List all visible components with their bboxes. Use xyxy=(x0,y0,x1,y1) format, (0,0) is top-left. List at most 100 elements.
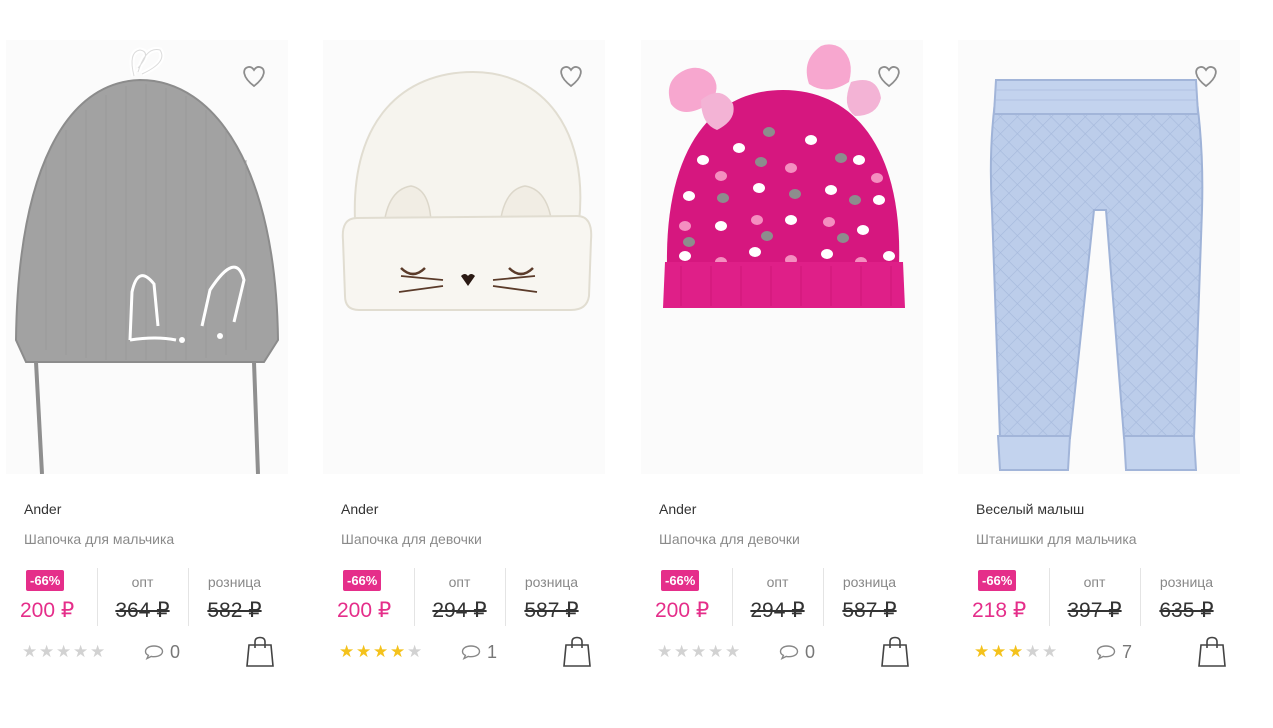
retail-price-column: розница 582 ₽ xyxy=(188,568,280,626)
wholesale-price: 364 ₽ xyxy=(115,599,170,622)
card-footer: ★ ★ ★ ★ ★ 1 xyxy=(335,636,597,670)
favorite-button[interactable] xyxy=(875,62,903,90)
price-block: -66% 200 ₽ опт 294 ₽ розница 587 ₽ xyxy=(653,568,915,626)
retail-price-column: розница 587 ₽ xyxy=(505,568,597,626)
comments-link[interactable]: 0 xyxy=(144,642,180,662)
comment-icon xyxy=(1096,645,1116,660)
comments-count: 7 xyxy=(1122,641,1133,662)
current-price: 218 ₽ xyxy=(972,599,1027,622)
wholesale-price-column: опт 364 ₽ xyxy=(97,568,187,626)
card-footer: ★ ★ ★ ★ ★ 0 xyxy=(18,636,280,670)
sale-price-column: -66% 200 ₽ xyxy=(335,568,413,626)
product-title[interactable]: Шапочка для девочки xyxy=(659,531,800,547)
star-icon[interactable]: ★ xyxy=(691,643,708,661)
retail-label: розница xyxy=(524,574,579,590)
blue-pants-illustration xyxy=(989,79,1204,471)
star-icon[interactable]: ★ xyxy=(725,643,742,661)
grey-hat-illustration xyxy=(14,46,280,474)
star-icon[interactable]: ★ xyxy=(674,643,691,661)
retail-price: 582 ₽ xyxy=(207,599,262,622)
product-image-pink-hat[interactable] xyxy=(641,40,923,474)
star-icon[interactable]: ★ xyxy=(73,643,90,661)
star-icon[interactable]: ★ xyxy=(974,643,991,661)
star-icon[interactable]: ★ xyxy=(708,643,725,661)
discount-badge: -66% xyxy=(978,570,1017,591)
wholesale-label: опт xyxy=(131,574,154,590)
rating-stars: ★ ★ ★ ★ ★ xyxy=(974,643,1059,661)
sale-price-column: -66% 200 ₽ xyxy=(653,568,731,626)
white-hat-illustration xyxy=(341,70,593,311)
star-icon[interactable]: ★ xyxy=(39,643,56,661)
comments-count: 0 xyxy=(805,641,816,662)
retail-label: розница xyxy=(1159,574,1214,590)
rating-stars: ★ ★ ★ ★ ★ xyxy=(339,643,424,661)
product-title[interactable]: Штанишки для мальчика xyxy=(976,531,1137,547)
retail-price-column: розница 635 ₽ xyxy=(1140,568,1232,626)
add-to-cart-button[interactable] xyxy=(1198,636,1226,668)
heart-icon xyxy=(1195,66,1217,88)
comment-icon xyxy=(779,645,799,660)
wholesale-price-column: опт 397 ₽ xyxy=(1049,568,1139,626)
comments-link[interactable]: 1 xyxy=(461,642,497,662)
star-icon[interactable]: ★ xyxy=(56,643,73,661)
product-image-white-hat[interactable] xyxy=(323,40,605,474)
star-icon[interactable]: ★ xyxy=(373,643,390,661)
shopping-bag-icon xyxy=(563,636,591,667)
add-to-cart-button[interactable] xyxy=(563,636,591,668)
comments-link[interactable]: 0 xyxy=(779,642,815,662)
star-icon[interactable]: ★ xyxy=(390,643,407,661)
price-block: -66% 218 ₽ опт 397 ₽ розница 635 ₽ xyxy=(970,568,1232,626)
product-card: Ander Шапочка для мальчика -66% 200 ₽ оп… xyxy=(6,40,288,680)
wholesale-price: 294 ₽ xyxy=(432,599,487,622)
product-image-grey-hat[interactable] xyxy=(6,40,288,474)
retail-price: 587 ₽ xyxy=(524,599,579,622)
retail-label: розница xyxy=(207,574,262,590)
star-icon[interactable]: ★ xyxy=(407,643,424,661)
comments-link[interactable]: 7 xyxy=(1096,642,1132,662)
product-grid: Ander Шапочка для мальчика -66% 200 ₽ оп… xyxy=(0,0,1273,728)
retail-price-column: розница 587 ₽ xyxy=(823,568,915,626)
heart-icon xyxy=(560,66,582,88)
shopping-bag-icon xyxy=(1198,636,1226,667)
retail-price: 635 ₽ xyxy=(1159,599,1214,622)
heart-icon xyxy=(243,66,265,88)
discount-badge: -66% xyxy=(343,570,382,591)
product-brand[interactable]: Ander xyxy=(24,501,61,517)
add-to-cart-button[interactable] xyxy=(246,636,274,668)
star-icon[interactable]: ★ xyxy=(657,643,674,661)
star-icon[interactable]: ★ xyxy=(991,643,1008,661)
sale-price-column: -66% 218 ₽ xyxy=(970,568,1048,626)
star-icon[interactable]: ★ xyxy=(356,643,373,661)
comments-count: 1 xyxy=(487,641,498,662)
product-title[interactable]: Шапочка для девочки xyxy=(341,531,482,547)
rating-stars: ★ ★ ★ ★ ★ xyxy=(22,643,107,661)
favorite-button[interactable] xyxy=(557,62,585,90)
product-card: Ander Шапочка для девочки -66% 200 ₽ опт… xyxy=(323,40,605,680)
star-icon[interactable]: ★ xyxy=(22,643,39,661)
price-block: -66% 200 ₽ опт 364 ₽ розница 582 ₽ xyxy=(18,568,280,626)
star-icon[interactable]: ★ xyxy=(1042,643,1059,661)
discount-badge: -66% xyxy=(26,570,65,591)
star-icon[interactable]: ★ xyxy=(339,643,356,661)
add-to-cart-button[interactable] xyxy=(881,636,909,668)
product-brand[interactable]: Ander xyxy=(341,501,378,517)
favorite-button[interactable] xyxy=(240,62,268,90)
product-brand[interactable]: Веселый малыш xyxy=(976,501,1084,517)
product-brand[interactable]: Ander xyxy=(659,501,696,517)
favorite-button[interactable] xyxy=(1192,62,1220,90)
retail-label: розница xyxy=(842,574,897,590)
card-footer: ★ ★ ★ ★ ★ 0 xyxy=(653,636,915,670)
comment-icon xyxy=(144,645,164,660)
discount-badge: -66% xyxy=(661,570,700,591)
current-price: 200 ₽ xyxy=(655,599,710,622)
star-icon[interactable]: ★ xyxy=(1008,643,1025,661)
product-image-blue-pants[interactable] xyxy=(958,40,1240,474)
current-price: 200 ₽ xyxy=(337,599,392,622)
star-icon[interactable]: ★ xyxy=(1025,643,1042,661)
product-title[interactable]: Шапочка для мальчика xyxy=(24,531,174,547)
comments-count: 0 xyxy=(170,641,181,662)
wholesale-label: опт xyxy=(1083,574,1106,590)
heart-icon xyxy=(878,66,900,88)
sale-price-column: -66% 200 ₽ xyxy=(18,568,96,626)
star-icon[interactable]: ★ xyxy=(90,643,107,661)
